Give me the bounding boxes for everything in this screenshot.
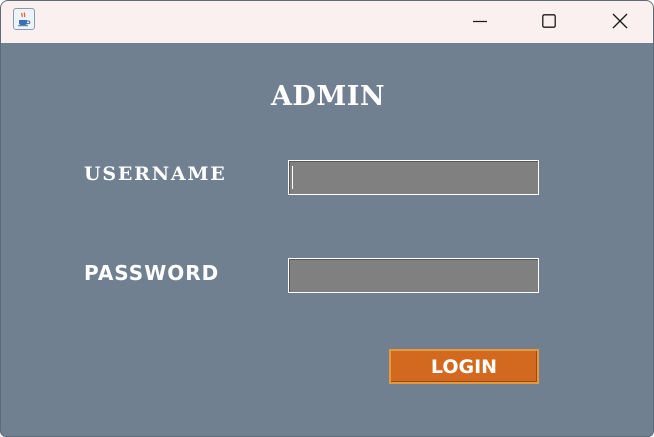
- page-title: ADMIN: [270, 81, 386, 112]
- text-caret: [292, 166, 293, 189]
- login-button[interactable]: LOGIN: [389, 349, 539, 384]
- maximize-icon: [542, 14, 556, 28]
- close-icon: [612, 13, 628, 29]
- login-form: ADMIN USERNAME PASSWORD LOGIN: [1, 43, 653, 436]
- title-bar[interactable]: [1, 1, 653, 43]
- maximize-button[interactable]: [526, 1, 572, 41]
- minimize-button[interactable]: [457, 1, 503, 41]
- username-input[interactable]: [288, 160, 539, 195]
- username-label: USERNAME: [84, 163, 227, 185]
- minimize-icon: [473, 20, 487, 23]
- close-button[interactable]: [597, 1, 643, 41]
- login-window: ADMIN USERNAME PASSWORD LOGIN: [0, 0, 654, 437]
- password-input[interactable]: [288, 258, 539, 293]
- password-label: PASSWORD: [84, 261, 220, 285]
- java-coffee-cup-icon[interactable]: [13, 8, 35, 30]
